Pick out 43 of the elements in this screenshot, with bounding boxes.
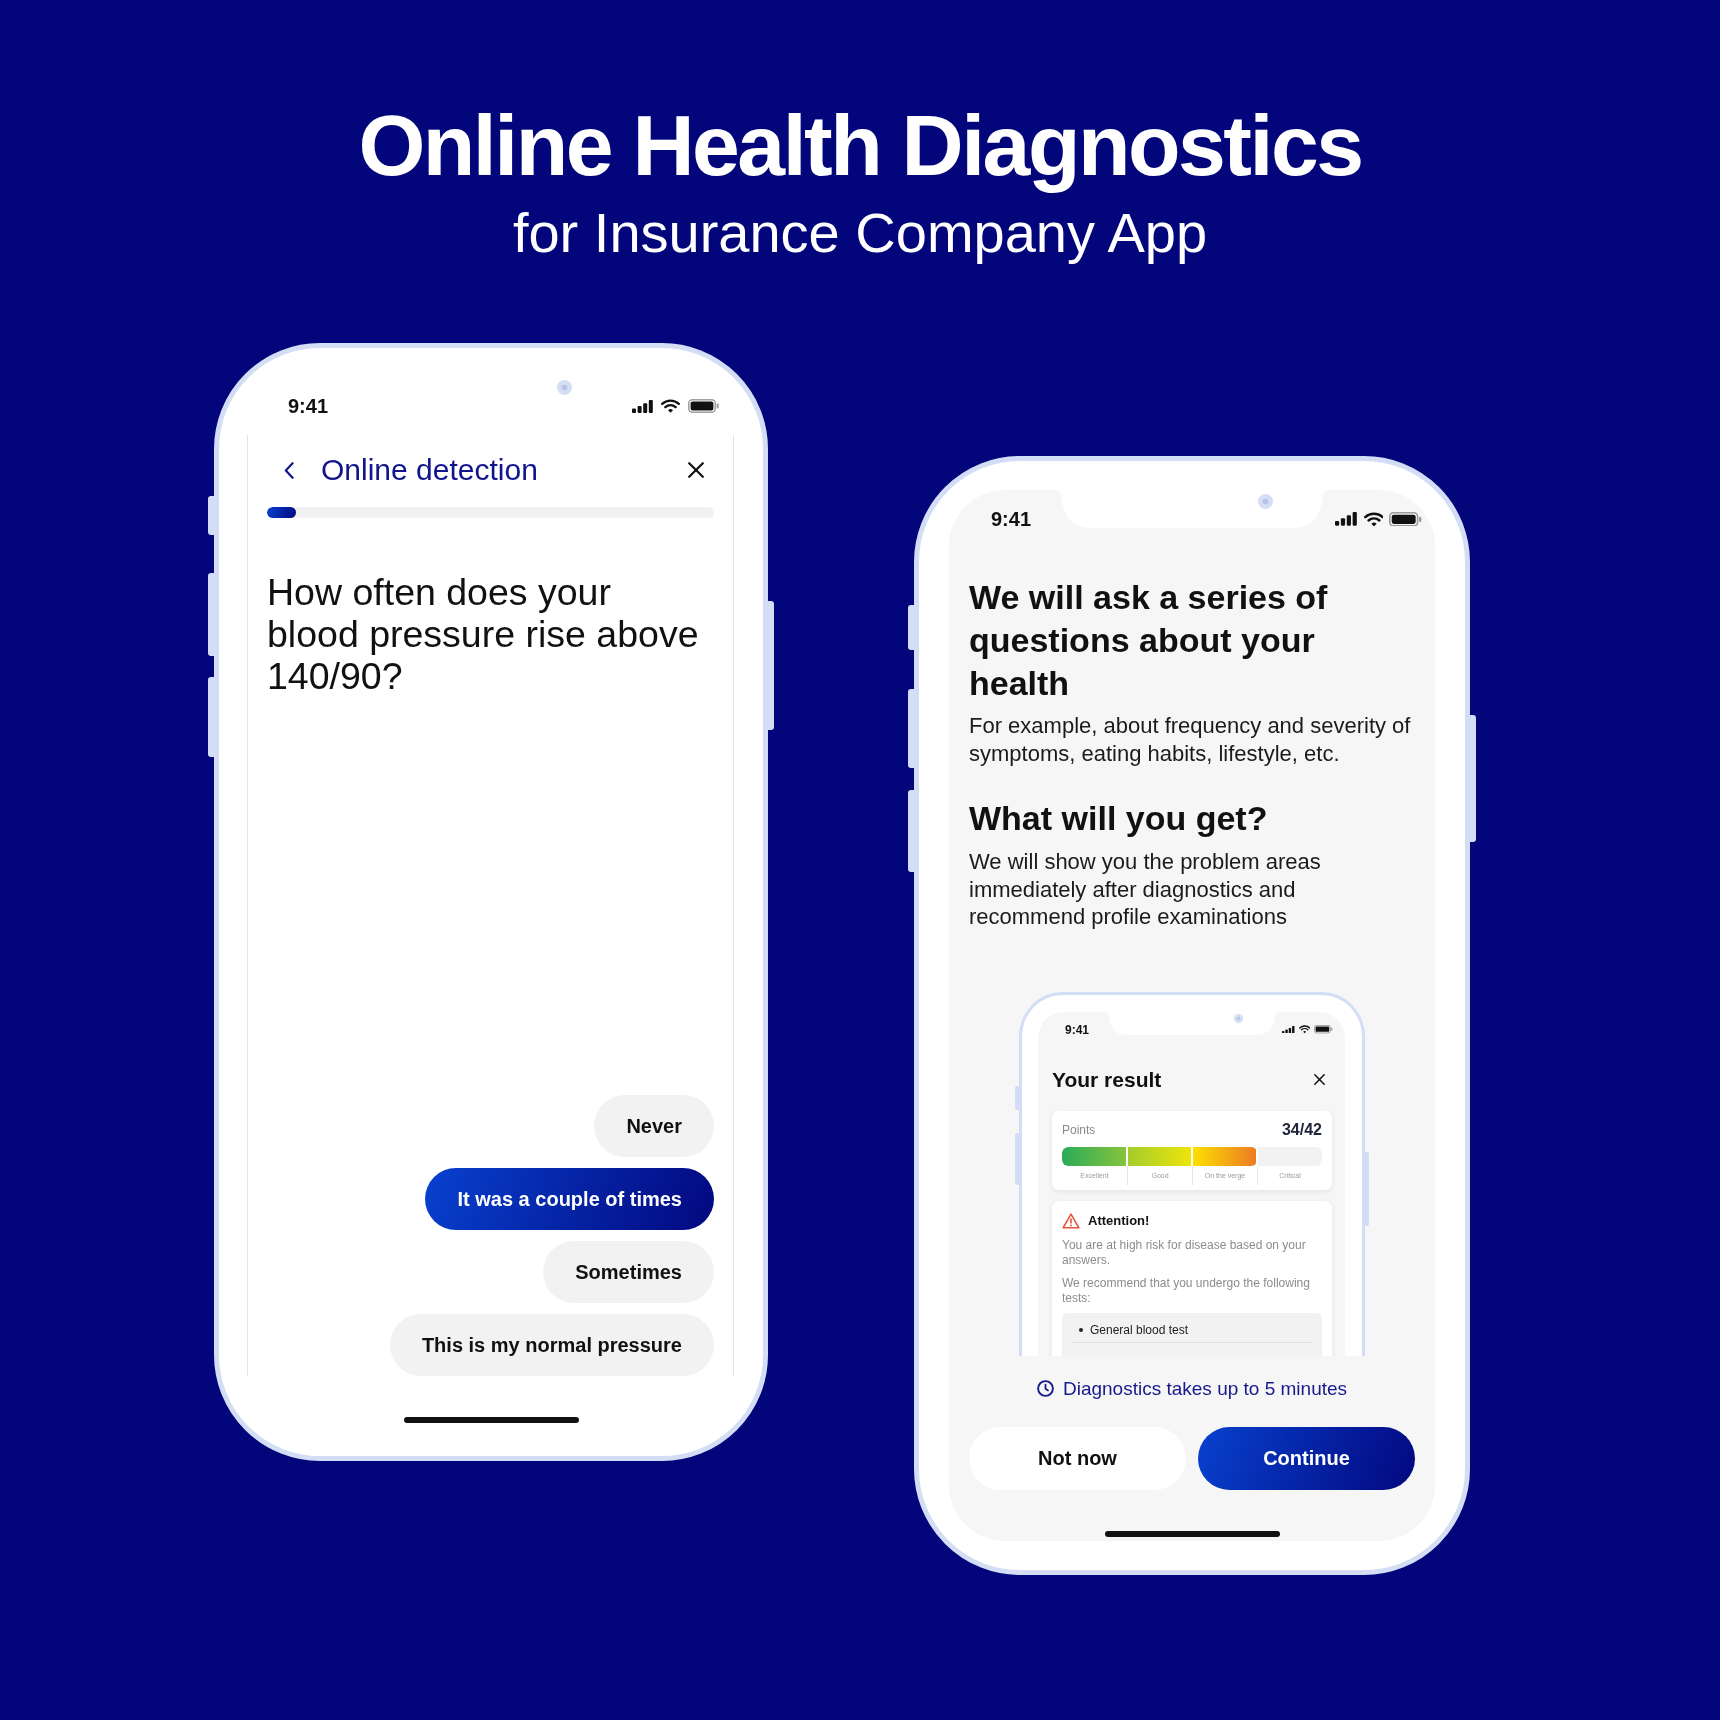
camera-icon xyxy=(556,379,572,395)
result-title: Your result xyxy=(1052,1066,1162,1093)
test-item: General blood test xyxy=(1090,1323,1189,1337)
points-value: 34/42 xyxy=(1281,1120,1322,1139)
clock-icon xyxy=(1036,1380,1054,1397)
section-text: For example, about frequency and severity of symptoms, eating habits, lifestyle, etc. xyxy=(969,712,1412,767)
page-subtitle: for Insurance Company App xyxy=(511,200,1209,266)
bullet-icon xyxy=(1079,1328,1083,1332)
alert-text: We recommend that you undergo the following tests: xyxy=(1062,1275,1311,1307)
wifi-icon xyxy=(1299,1025,1311,1034)
page-title: Online Health Diagnostics xyxy=(357,96,1363,195)
battery-icon xyxy=(1389,511,1422,527)
camera-icon xyxy=(1257,493,1273,509)
alert-text: You are at high risk for disease based on your answers. xyxy=(1062,1237,1307,1269)
signal-icon xyxy=(1282,1025,1295,1034)
section-heading: What will you get? xyxy=(969,798,1269,839)
duration-note: Diagnostics takes up to 5 minutes xyxy=(1062,1377,1348,1400)
battery-icon xyxy=(1314,1025,1333,1034)
alert-title: Attention! xyxy=(1088,1213,1150,1228)
question-text: How often does your blood pressure rise above 140/90? xyxy=(267,571,700,697)
answer-option[interactable]: Never xyxy=(594,1095,714,1157)
battery-icon xyxy=(688,399,719,413)
warning-icon xyxy=(1062,1212,1080,1229)
answer-option[interactable]: Sometimes xyxy=(543,1241,714,1303)
signal-icon xyxy=(1335,512,1358,526)
status-time: 9:41 xyxy=(288,396,329,416)
screen-title: Online detection xyxy=(321,452,538,488)
camera-icon xyxy=(1233,1014,1243,1023)
close-icon[interactable] xyxy=(688,462,704,478)
chevron-left-icon[interactable] xyxy=(284,461,294,479)
status-time: 9:41 xyxy=(1065,1023,1090,1036)
signal-icon xyxy=(632,399,653,413)
continue-button[interactable]: Continue xyxy=(1198,1426,1415,1490)
answer-option[interactable]: It was a couple of times xyxy=(425,1168,714,1230)
wifi-icon xyxy=(1363,511,1384,527)
section-heading: We will ask a series of questions about your health xyxy=(969,577,1329,704)
section-text: We will show you the problem areas immediately after diagnostics and recommend profile examinations xyxy=(969,848,1322,931)
status-time: 9:41 xyxy=(991,509,1032,529)
answer-option[interactable]: This is my normal pressure xyxy=(389,1314,714,1376)
dismiss-button[interactable]: Not now xyxy=(969,1426,1186,1490)
points-label: Points xyxy=(1062,1122,1096,1137)
close-icon xyxy=(1314,1074,1325,1085)
wifi-icon xyxy=(661,399,680,413)
